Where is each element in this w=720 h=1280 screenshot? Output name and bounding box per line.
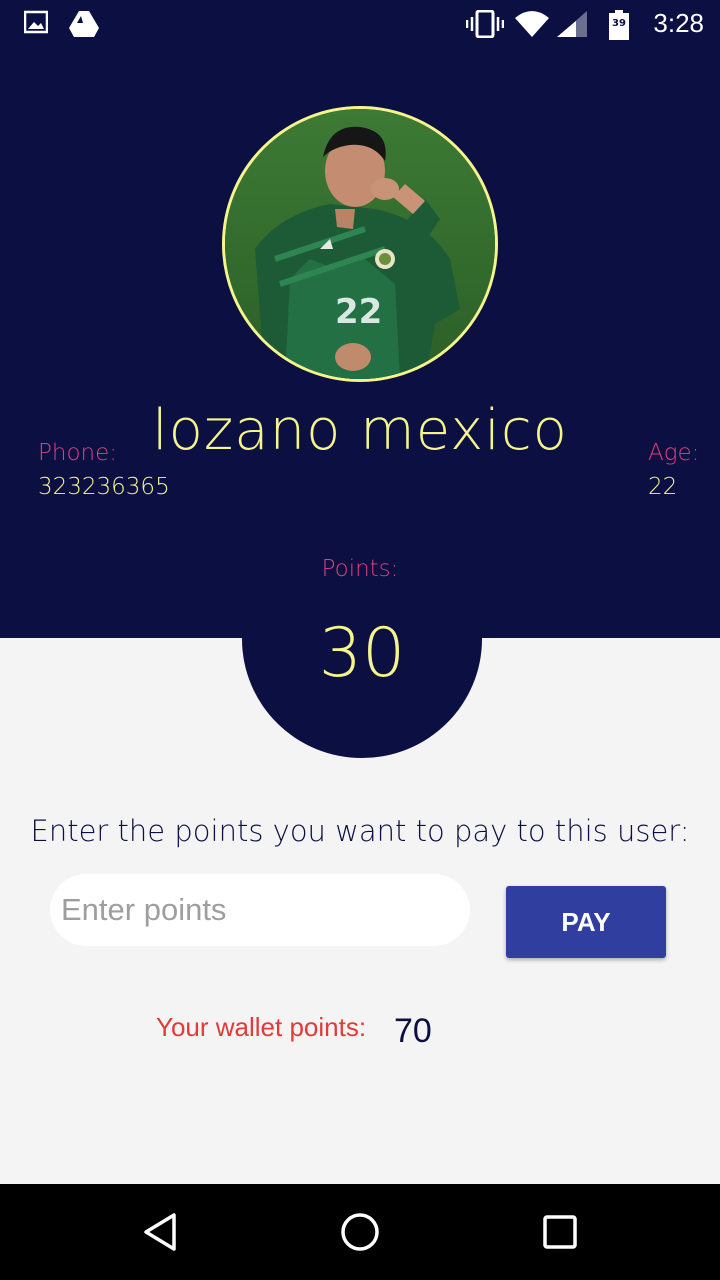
wallet-label: Your wallet points: <box>156 1012 367 1042</box>
signal-icon <box>556 10 588 42</box>
age-label: Age: <box>648 440 700 466</box>
image-icon <box>23 10 49 38</box>
phone-value: 323236365 <box>38 474 170 500</box>
status-bar: 39 3:28 <box>0 0 720 48</box>
home-icon[interactable] <box>338 1210 382 1254</box>
phone-label: Phone: <box>38 440 117 466</box>
profile-avatar: 22 <box>222 106 498 382</box>
pay-prompt: Enter the points you want to pay to this… <box>30 814 690 848</box>
points-label: Points: <box>321 556 399 582</box>
recents-icon[interactable] <box>538 1210 582 1254</box>
wifi-icon <box>514 10 550 42</box>
vibrate-icon <box>465 9 505 42</box>
age-value: 22 <box>648 474 678 500</box>
points-value: 30 <box>318 614 406 693</box>
points-input[interactable] <box>50 874 470 946</box>
drive-icon <box>68 10 100 42</box>
battery-icon: 39 <box>608 10 630 44</box>
jersey-number: 22 <box>335 292 382 332</box>
pay-button[interactable]: PAY <box>506 886 666 958</box>
battery-level: 39 <box>612 18 626 29</box>
back-icon[interactable] <box>138 1210 182 1254</box>
clock: 3:28 <box>653 8 704 38</box>
navigation-bar <box>0 1184 720 1280</box>
wallet-value: 70 <box>394 1012 432 1050</box>
